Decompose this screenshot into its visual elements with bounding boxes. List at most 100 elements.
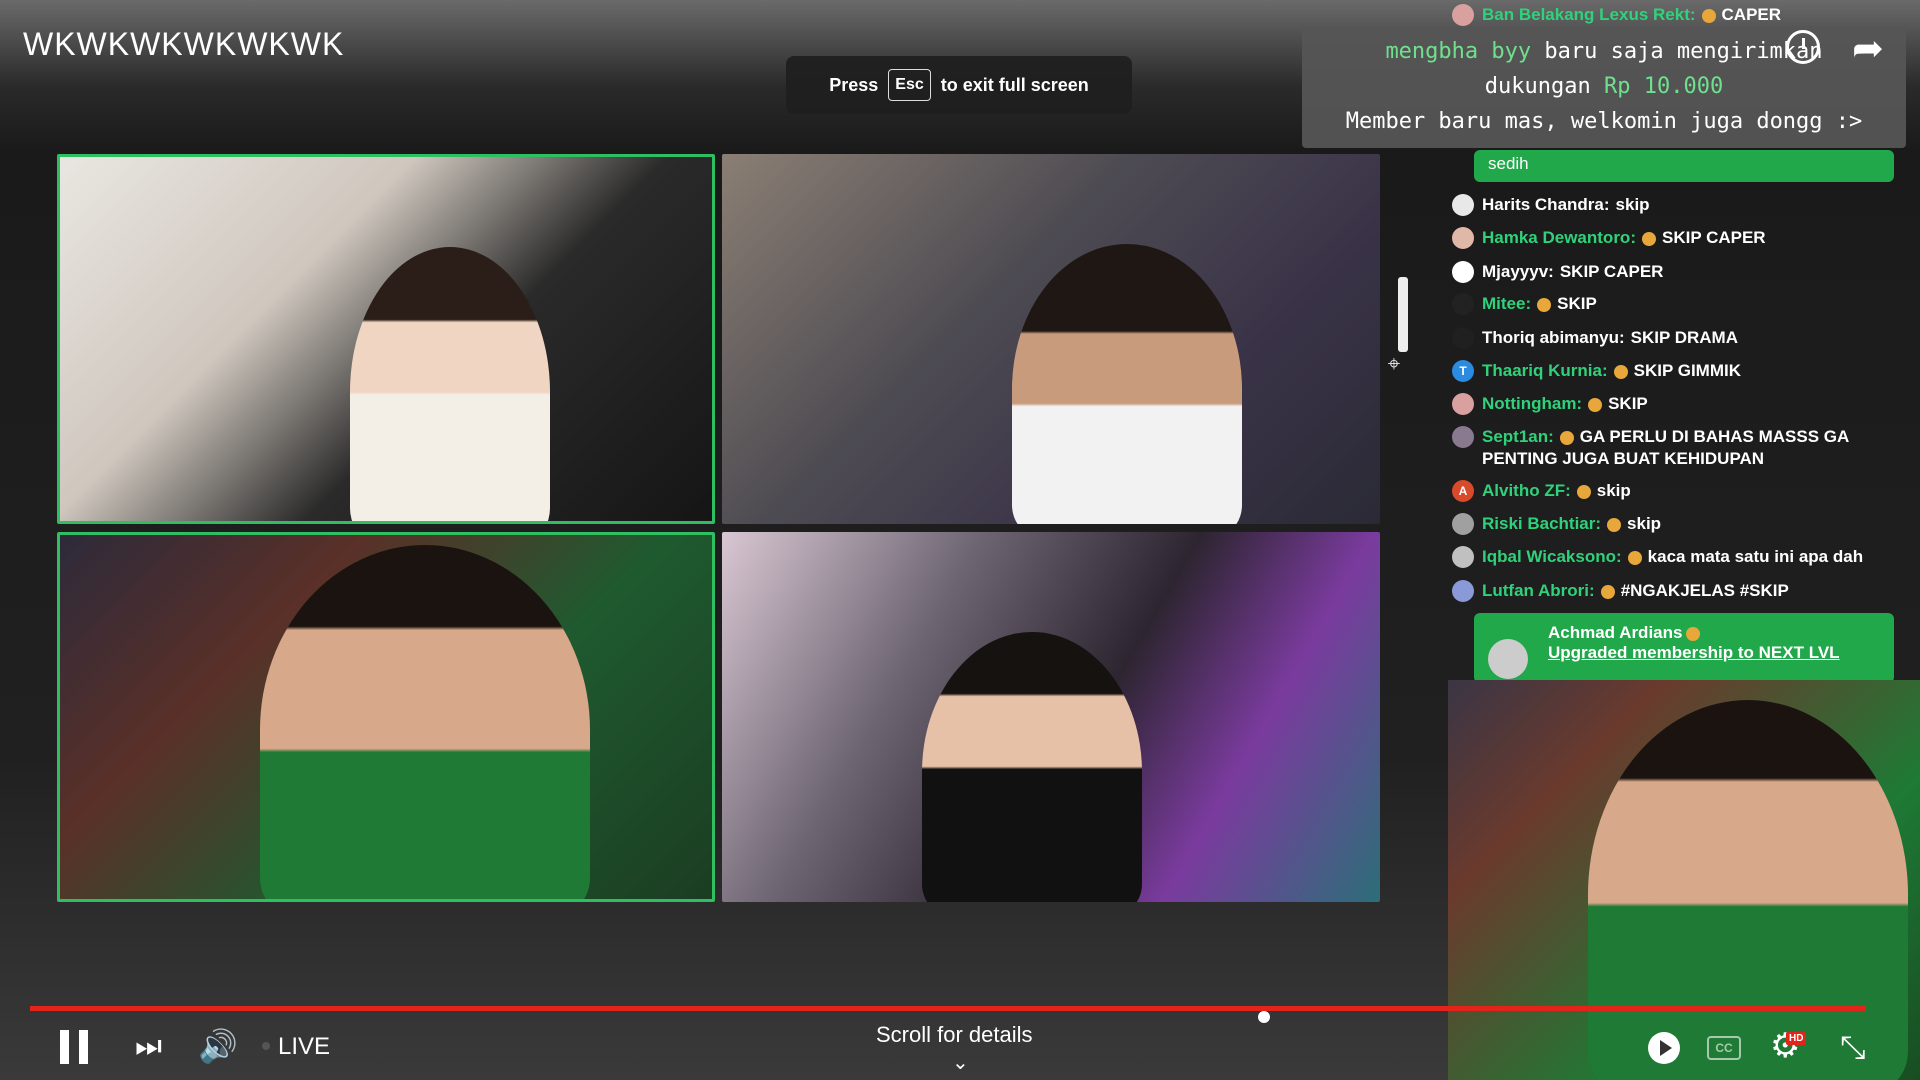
esc-hint-after: to exit full screen <box>940 74 1089 95</box>
chat-message: Mjayyyv: SKIP CAPER <box>1452 261 1892 283</box>
emote-icon <box>1607 517 1622 532</box>
chat-text: SKIP <box>1557 294 1597 313</box>
chat-text: kaca mata satu ini apa dah <box>1647 547 1864 566</box>
chat-message: Sept1an: GA PERLU DI BAHAS MASSS GA PENTI… <box>1452 426 1892 470</box>
donation-line1: baru saja mengirimkan <box>1544 39 1823 64</box>
chat-avatar <box>1452 513 1474 535</box>
chat-message: T Thaariq Kurnia: SKIP GIMMIK <box>1452 360 1892 382</box>
chat-author: Mjayyyv: <box>1482 262 1554 281</box>
chat-message: Iqbal Wicaksono: kaca mata satu ini apa d… <box>1452 546 1892 568</box>
video-tile-2 <box>722 154 1380 524</box>
donation-message: Member baru mas, welkomin juga dongg :> <box>1345 109 1863 134</box>
chat-text: SKIP <box>1608 394 1648 413</box>
chat-avatar <box>1452 327 1474 349</box>
donation-line2: dukungan <box>1484 74 1591 99</box>
video-player[interactable]: WKWKWKWKWKWK Press Esc to exit full scre… <box>0 0 1920 1080</box>
chat-author: Thaariq Kurnia: <box>1482 361 1608 380</box>
chat-text: CAPER <box>1721 5 1782 24</box>
chat-text: #NGAKJELAS #SKIP <box>1620 581 1789 600</box>
chevron-down-icon: ⌄ <box>952 1052 969 1074</box>
share-icon[interactable]: ➦ <box>1852 26 1884 71</box>
crosshair-icon: ⌖ <box>1387 351 1401 376</box>
chat-avatar <box>1452 546 1474 568</box>
chat-author: Hamka Dewantoro: <box>1482 228 1636 247</box>
esc-hint-before: Press <box>829 74 879 95</box>
donation-amount: Rp 10.000 <box>1604 74 1724 99</box>
chat-message: Harits Chandra: skip <box>1452 194 1892 216</box>
chat-text: SKIP CAPER <box>1559 262 1664 281</box>
captions-icon[interactable]: CC <box>1707 1036 1741 1060</box>
emote-icon <box>1613 364 1628 379</box>
chat-message: Hamka Dewantoro: SKIP CAPER <box>1452 227 1892 249</box>
donor-name: mengbha byy <box>1385 39 1532 64</box>
autoplay-icon[interactable] <box>1648 1032 1680 1064</box>
chat-author: Alvitho ZF: <box>1482 481 1571 500</box>
chat-avatar <box>1452 426 1474 448</box>
chat-text: SKIP GIMMIK <box>1633 361 1741 380</box>
chat-avatar <box>1452 580 1474 602</box>
exit-fullscreen-icon[interactable]: ⤡ <box>1840 1030 1866 1064</box>
membership-card: Achmad Ardians Upgraded membership to NE… <box>1474 613 1894 683</box>
member-name: Achmad Ardians <box>1548 623 1880 643</box>
chat-author: Sept1an: <box>1482 427 1554 446</box>
live-dot <box>262 1042 270 1050</box>
video-title: WKWKWKWKWKWK <box>23 26 345 62</box>
fullscreen-exit-hint: Press Esc to exit full screen <box>786 56 1132 114</box>
progress-bar[interactable] <box>30 1006 1866 1011</box>
chat-avatar <box>1452 227 1474 249</box>
chat-message: Lutfan Abrori: #NGAKJELAS #SKIP <box>1452 580 1892 602</box>
chat-avatar <box>1452 393 1474 415</box>
next-icon[interactable]: ⏭ <box>135 1030 162 1064</box>
chat-author: Riski Bachtiar: <box>1482 514 1602 533</box>
watch-later-icon[interactable] <box>1786 30 1820 64</box>
video-tile-1 <box>57 154 715 524</box>
emote-icon <box>1701 8 1716 23</box>
chat-text: skip <box>1596 481 1631 500</box>
emote-icon <box>1537 297 1552 312</box>
chat-message: Nottingham: SKIP <box>1452 393 1892 415</box>
chat-avatar <box>1452 194 1474 216</box>
emote-icon <box>1588 397 1603 412</box>
chat-avatar <box>1452 261 1474 283</box>
chat-avatar: T <box>1452 360 1474 382</box>
pause-icon[interactable] <box>60 1030 88 1064</box>
streamer-2 <box>1012 244 1242 524</box>
chat-avatar <box>1452 293 1474 315</box>
streamer-4 <box>922 632 1142 902</box>
video-tile-4 <box>722 532 1380 902</box>
chat-text: skip <box>1627 514 1662 533</box>
chat-text: SKIP DRAMA <box>1630 328 1738 347</box>
volume-icon[interactable]: 🔊 <box>198 1028 238 1064</box>
live-label[interactable]: LIVE <box>278 1033 330 1061</box>
scrubber-handle[interactable] <box>1258 1011 1270 1023</box>
chat-message: Thoriq abimanyu: SKIP DRAMA <box>1452 327 1892 349</box>
pinned-chat-card: sedih <box>1474 150 1894 182</box>
side-handle[interactable] <box>1398 277 1408 352</box>
scroll-hint[interactable]: Scroll for details <box>876 1022 1033 1048</box>
chat-message: Riski Bachtiar: skip <box>1452 513 1892 535</box>
member-upgrade-text: Upgraded membership to NEXT LVL <box>1548 643 1840 662</box>
emote-icon <box>1559 430 1574 445</box>
streamer-1 <box>350 247 550 521</box>
esc-key: Esc <box>888 69 931 101</box>
pip-video[interactable] <box>1448 680 1920 1080</box>
chat-author: Lutfan Abrori: <box>1482 581 1595 600</box>
chat-message-partial: Ban Belakang Lexus Rekt: CAPER <box>1452 4 1892 26</box>
chat-author: Harits Chandra: <box>1482 195 1610 214</box>
emote-icon <box>1686 626 1701 641</box>
chat-message: Mitee: SKIP <box>1452 293 1892 315</box>
chat-author: Iqbal Wicaksono: <box>1482 547 1622 566</box>
hd-badge: HD <box>1786 1032 1807 1045</box>
chat-author: Thoriq abimanyu: <box>1482 328 1625 347</box>
chat-author: Nottingham: <box>1482 394 1583 413</box>
chat-text: SKIP CAPER <box>1661 228 1766 247</box>
chat-avatar <box>1452 4 1474 26</box>
emote-icon <box>1641 231 1656 246</box>
emote-icon <box>1627 550 1642 565</box>
chat-message: A Alvitho ZF: skip <box>1452 480 1892 502</box>
chat-author: Mitee: <box>1482 294 1532 313</box>
emote-icon <box>1576 484 1591 499</box>
chat-avatar: A <box>1452 480 1474 502</box>
avatar <box>1488 639 1528 679</box>
chat-author: Ban Belakang Lexus Rekt: <box>1482 5 1696 24</box>
